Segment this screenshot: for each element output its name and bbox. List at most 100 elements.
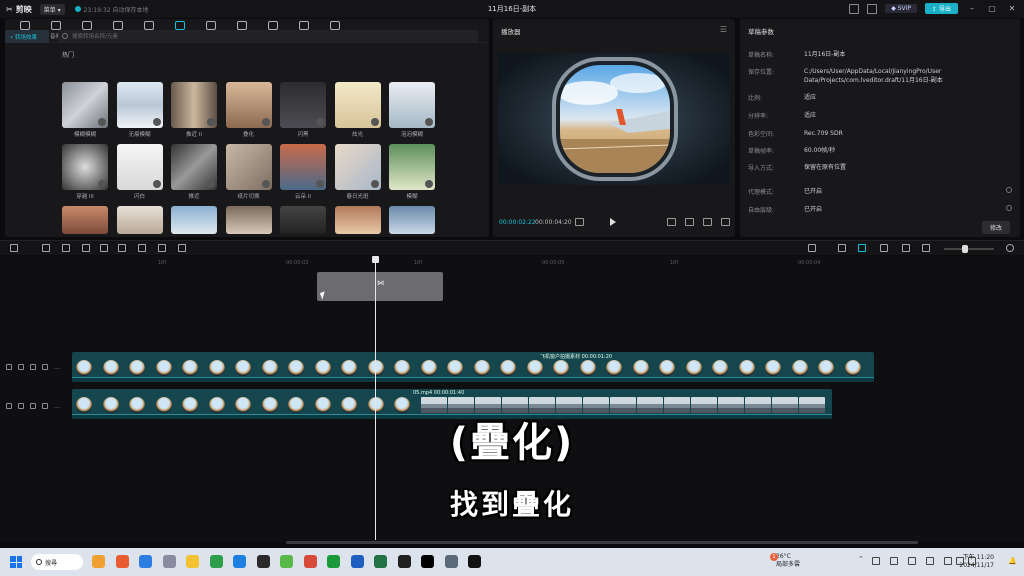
bell-icon[interactable]: 🔔 [1008,557,1017,565]
taskbar-app-icon[interactable] [444,555,458,568]
playhead-handle[interactable] [372,256,379,263]
split-left-icon[interactable] [100,244,108,252]
zoom-slider-handle[interactable] [962,245,968,253]
transition-thumb[interactable] [62,144,108,190]
info-icon[interactable] [1006,205,1012,211]
download-icon[interactable] [425,180,433,188]
taskbar-app-icon[interactable] [350,555,364,568]
split-right-icon[interactable] [118,244,126,252]
chevron-up-icon[interactable]: ⌃ [858,555,866,563]
microphone-icon[interactable] [808,244,816,252]
screen-icon[interactable] [178,244,186,252]
maximize-icon[interactable]: ▢ [986,4,998,13]
search-input[interactable]: 搜索转场名称/元素 [58,30,478,42]
download-icon[interactable] [207,118,215,126]
zoom-slider[interactable] [944,245,994,253]
lock-icon[interactable] [18,364,24,370]
split-icon[interactable] [82,244,90,252]
audio-icon[interactable] [42,364,48,370]
taskbar-app-icon[interactable] [421,555,434,568]
download-icon[interactable] [425,118,433,126]
windows-start-icon[interactable] [10,556,22,568]
eye-icon[interactable] [30,364,36,370]
select-tool-icon[interactable] [10,244,18,252]
layout-icon[interactable] [849,3,860,14]
tray-app-icon[interactable] [926,557,934,565]
ime-icon[interactable] [944,557,952,565]
crop-icon[interactable] [685,218,694,226]
transition-thumb[interactable] [389,144,435,190]
svip-button[interactable]: ◆ SVIP [885,4,918,13]
taskbar-app-icon[interactable] [280,555,293,568]
download-icon[interactable] [152,180,161,188]
transition-thumb[interactable] [62,82,108,128]
download-icon[interactable] [316,118,324,126]
close-icon[interactable]: ✕ [1006,4,1018,13]
fullscreen-icon[interactable] [721,218,730,226]
transition-thumb[interactable] [334,82,381,128]
zoom-out-icon[interactable] [922,244,930,252]
download-icon[interactable] [207,180,215,188]
taskbar-app-icon[interactable] [186,555,199,568]
info-icon[interactable] [1006,187,1012,193]
delete-icon[interactable] [138,244,146,252]
preview-axis-icon[interactable] [902,244,910,252]
download-icon[interactable] [261,180,270,188]
snap-icon[interactable] [880,244,888,252]
transition-thumb[interactable] [280,144,326,190]
zoom-in-icon[interactable] [1006,244,1014,252]
taskbar-app-icon[interactable] [468,555,481,568]
transition-thumb[interactable] [334,206,381,234]
minimize-icon[interactable]: – [966,4,978,13]
transition-thumb[interactable] [171,206,217,234]
transition-thumb[interactable] [225,206,272,234]
transition-thumb[interactable] [62,206,108,234]
transition-thumb[interactable] [280,206,326,234]
transition-thumb[interactable] [389,206,435,234]
system-clock[interactable]: 下午 11:20 2024/11/17 [959,554,994,570]
download-icon[interactable] [370,180,379,188]
grid-icon[interactable] [575,218,584,226]
download-icon[interactable] [370,118,379,126]
horizontal-scrollbar[interactable] [286,541,918,544]
cover-icon[interactable] [6,403,12,409]
taskbar-app-icon[interactable] [209,555,223,568]
menu-button[interactable]: 菜单 ▾ [39,3,65,15]
transition-thumb[interactable] [225,144,272,190]
redo-icon[interactable] [62,244,70,252]
tray-app-icon[interactable] [908,557,916,565]
download-icon[interactable] [316,180,324,188]
magnet-icon[interactable] [858,244,866,252]
link-icon[interactable] [838,244,846,252]
shortcut-icon[interactable] [867,3,878,14]
download-icon[interactable] [98,118,106,126]
transition-thumb[interactable] [334,144,381,190]
mark-icon[interactable] [158,244,166,252]
transition-thumb[interactable] [116,206,163,234]
player-menu-icon[interactable]: ☰ [720,25,727,34]
taskbar-app-icon[interactable] [327,555,340,568]
transition-thumb[interactable] [225,82,272,128]
download-icon[interactable] [261,118,270,126]
category-transition-effects[interactable]: • 转场效果 [5,30,49,43]
transition-thumb[interactable] [171,82,217,128]
transition-thumb[interactable] [171,144,217,190]
taskbar-app-icon[interactable] [115,555,129,568]
tray-app-icon[interactable] [890,557,898,565]
lock-icon[interactable] [18,403,24,409]
download-icon[interactable] [152,118,161,126]
weather-widget[interactable]: 1 26°C 局部多雲 [770,553,800,569]
taskbar-app-icon[interactable] [256,555,270,568]
export-button[interactable]: ⇪ 导出 [925,3,958,14]
tray-app-icon[interactable] [872,557,880,565]
transition-clip[interactable]: ⋈ [317,272,443,301]
original-size-icon[interactable] [667,218,676,226]
ratio-icon[interactable] [703,218,712,226]
modify-button[interactable]: 修改 [981,221,1010,234]
taskbar-app-icon[interactable] [303,555,317,568]
transition-thumb[interactable] [389,82,435,128]
download-icon[interactable] [98,180,106,188]
transition-thumb[interactable] [116,144,163,190]
taskbar-search[interactable]: 搜尋 [31,554,83,570]
transition-thumb[interactable] [280,82,326,128]
